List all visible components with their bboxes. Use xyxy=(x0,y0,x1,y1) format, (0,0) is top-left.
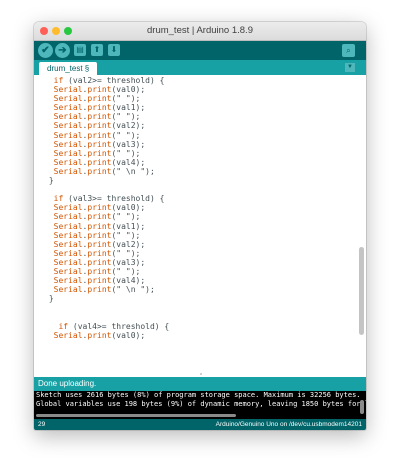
tab-menu-button[interactable]: ▼ xyxy=(345,63,355,72)
console-line: Sketch uses 2616 bytes (8%) of program s… xyxy=(36,391,361,399)
tab-drum-test[interactable]: drum_test § xyxy=(39,62,98,75)
title-bar: drum_test | Arduino 1.8.9 xyxy=(34,22,366,41)
code-line[interactable]: Serial.print(val0); xyxy=(44,203,146,212)
console-horizontal-scrollbar[interactable] xyxy=(36,414,236,417)
code-line[interactable]: Serial.print(" "); xyxy=(44,249,141,258)
code-line[interactable]: } xyxy=(44,294,54,303)
serial-monitor-button[interactable]: ⌕ xyxy=(342,44,355,57)
editor-vertical-scrollbar[interactable] xyxy=(359,247,364,335)
code-line[interactable]: Serial.print(" "); xyxy=(44,149,141,158)
code-line[interactable]: Serial.print(" "); xyxy=(44,112,141,121)
toolbar: ✔ ➔ ▤ ⬆ ⬇ ⌕ xyxy=(34,41,366,60)
code-line[interactable]: Serial.print(val2); xyxy=(44,240,146,249)
verify-button[interactable]: ✔ xyxy=(38,43,53,58)
magnifier-icon: ⌕ xyxy=(346,46,351,55)
save-sketch-button[interactable]: ⬇ xyxy=(108,44,120,56)
status-message: Done uploading. xyxy=(38,379,97,388)
code-line[interactable]: Serial.print(" "); xyxy=(44,212,141,221)
window-title: drum_test | Arduino 1.8.9 xyxy=(147,25,253,36)
footer-bar: 29 Arduino/Genuino Uno on /dev/cu.usbmod… xyxy=(34,419,366,430)
upload-button[interactable]: ➔ xyxy=(55,43,70,58)
code-line[interactable]: Serial.print(" \n "); xyxy=(44,167,155,176)
code-line[interactable]: Serial.print(val1); xyxy=(44,103,146,112)
code-line[interactable]: Serial.print(val0); xyxy=(44,331,146,340)
code-line[interactable]: if (val2>= threshold) { xyxy=(44,76,165,85)
arrow-up-icon: ⬆ xyxy=(93,45,101,54)
arrow-down-icon: ⬇ xyxy=(110,45,118,54)
code-line[interactable]: } xyxy=(44,176,54,185)
code-line[interactable]: Serial.print(val2); xyxy=(44,121,146,130)
tab-bar: drum_test § ▼ xyxy=(34,60,366,75)
code-line[interactable]: if (val4>= threshold) { xyxy=(44,322,169,331)
editor-splitter-dot xyxy=(200,373,202,375)
console-vertical-scrollbar[interactable] xyxy=(360,400,364,414)
triangle-down-icon: ▼ xyxy=(347,64,353,70)
console-output[interactable]: Sketch uses 2616 bytes (8%) of program s… xyxy=(34,391,366,419)
check-icon: ✔ xyxy=(41,45,50,56)
code-line[interactable]: Serial.print(val4); xyxy=(44,276,146,285)
console-text: Sketch uses 2616 bytes (8%) of program s… xyxy=(36,391,366,409)
code-line[interactable]: if (val3>= threshold) { xyxy=(44,194,165,203)
code-line[interactable]: Serial.print(" \n "); xyxy=(44,285,155,294)
open-sketch-button[interactable]: ⬆ xyxy=(91,44,103,56)
code-editor[interactable]: if (val2>= threshold) { Serial.print(val… xyxy=(34,75,366,377)
board-port-info: Arduino/Genuino Uno on /dev/cu.usbmodem1… xyxy=(215,421,362,428)
line-number: 29 xyxy=(38,421,46,428)
arduino-window: drum_test | Arduino 1.8.9 ✔ ➔ ▤ ⬆ ⬇ ⌕ dr… xyxy=(34,22,366,430)
code-line[interactable]: Serial.print(val1); xyxy=(44,222,146,231)
code-line[interactable]: Serial.print(" "); xyxy=(44,131,141,140)
code-line[interactable]: Serial.print(" "); xyxy=(44,94,141,103)
code-line[interactable]: Serial.print(val4); xyxy=(44,158,146,167)
code-line[interactable]: Serial.print(" "); xyxy=(44,267,141,276)
code-line[interactable]: Serial.print(val3); xyxy=(44,258,146,267)
code-line[interactable]: Serial.print(val3); xyxy=(44,140,146,149)
console-line: Global variables use 198 bytes (9%) of d… xyxy=(36,400,366,408)
new-file-icon: ▤ xyxy=(76,45,84,54)
code-text[interactable]: if (val2>= threshold) { Serial.print(val… xyxy=(44,76,169,340)
new-sketch-button[interactable]: ▤ xyxy=(74,44,86,56)
code-line[interactable]: Serial.print(val0); xyxy=(44,85,146,94)
code-line[interactable]: Serial.print(" "); xyxy=(44,231,141,240)
arrow-right-icon: ➔ xyxy=(58,45,67,56)
status-bar: Done uploading. xyxy=(34,377,366,391)
